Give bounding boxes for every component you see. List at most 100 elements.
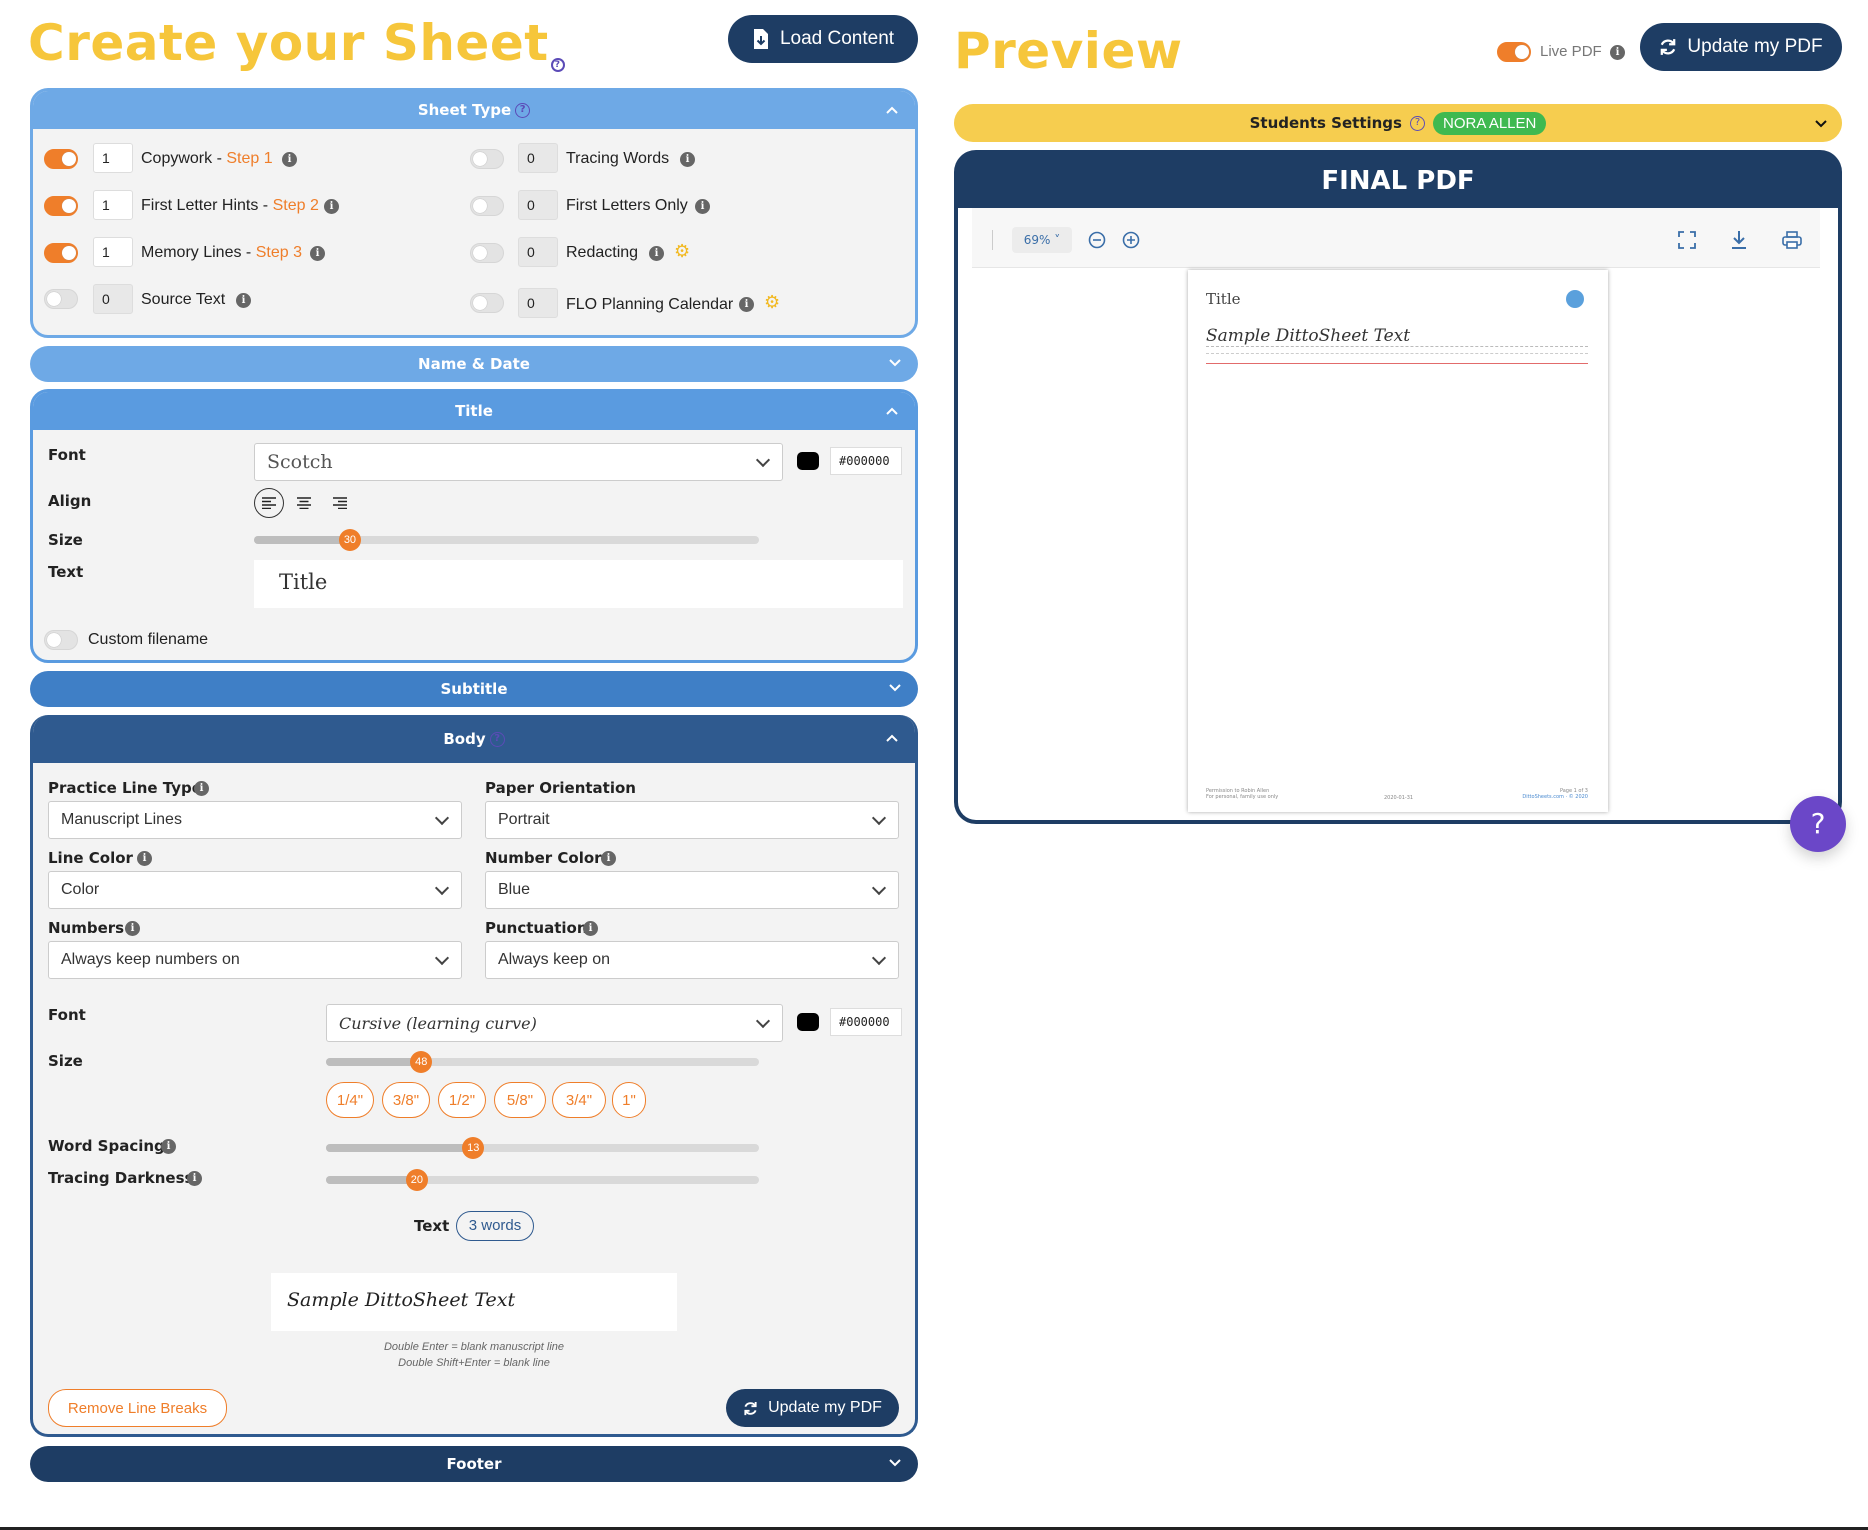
line-color-select[interactable]: Color [48,871,462,909]
slider-fill [254,536,350,544]
gear-icon[interactable]: ⚙ [674,243,690,261]
size-preset-button[interactable]: 1" [612,1082,646,1118]
align-right-icon[interactable] [333,497,347,509]
copywork-toggle[interactable] [44,149,78,169]
help-chat-button[interactable]: ? [1790,796,1846,852]
tracing-darkness-slider[interactable]: 20 [326,1169,759,1191]
tracing-words-toggle[interactable] [470,149,504,169]
footer-header[interactable]: Footer [30,1446,918,1482]
practice-line-type-select[interactable]: Manuscript Lines [48,801,462,839]
info-icon[interactable]: i [187,1171,202,1186]
subtitle-header[interactable]: Subtitle [30,671,918,707]
copywork-count[interactable]: 1 [93,143,133,173]
size-preset-button[interactable]: 1/2" [438,1082,486,1118]
zoom-select[interactable]: 69% ˅ [1012,227,1072,253]
info-icon[interactable]: i [125,921,140,936]
first-letter-hints-count[interactable]: 1 [93,190,133,220]
size-preset-button[interactable]: 3/8" [382,1082,430,1118]
chevron-down-icon[interactable] [888,1455,902,1469]
help-circle-icon[interactable]: ? [515,102,531,118]
info-icon[interactable]: i [583,921,598,936]
info-icon[interactable]: i [324,199,339,214]
info-icon[interactable]: i [739,297,754,312]
body-font-select[interactable]: Cursive (learning curve) [326,1004,783,1042]
print-icon[interactable] [1782,231,1802,249]
size-preset-button[interactable]: 5/8" [494,1082,546,1118]
body-color-hex[interactable]: #000000 [830,1008,902,1036]
info-icon[interactable]: i [680,152,695,167]
slider-knob[interactable]: 30 [338,529,361,551]
info-icon[interactable]: i [161,1139,176,1154]
info-icon[interactable]: i [310,246,325,261]
body-color-swatch[interactable] [797,1013,819,1031]
paper-orientation-label: Paper Orientation [485,779,636,797]
info-icon[interactable]: i [649,246,664,261]
slider-knob[interactable]: 20 [405,1169,428,1191]
paper-orientation-select[interactable]: Portrait [485,801,899,839]
pdf-sample-text: Sample DittoSheet Text [1206,326,1411,346]
chevron-down-icon[interactable] [1814,116,1828,130]
zoom-in-icon[interactable] [1122,231,1140,249]
flo-planning-calendar-count[interactable]: 0 [518,288,558,318]
title-font-select[interactable]: Scotch [254,443,783,481]
size-preset-button[interactable]: 3/4" [552,1082,606,1118]
title-size-slider[interactable]: 30 [254,529,759,551]
body-update-pdf-button[interactable]: Update my PDF [726,1389,899,1427]
chevron-down-icon[interactable] [888,355,902,369]
guide-line [1206,353,1588,354]
student-name-badge[interactable]: NORA ALLEN [1432,111,1547,135]
chevron-up-icon[interactable] [885,731,899,745]
redacting-count[interactable]: 0 [518,237,558,267]
help-circle-icon[interactable]: ? [550,58,565,72]
info-icon[interactable]: i [236,293,251,308]
info-icon[interactable]: i [1610,45,1625,60]
flo-planning-calendar-toggle[interactable] [470,293,504,313]
load-content-button[interactable]: Load Content [728,15,918,63]
title-color-hex[interactable]: #000000 [830,447,902,475]
chevron-up-icon[interactable] [885,404,899,418]
help-circle-icon[interactable]: ? [1409,115,1425,131]
memory-lines-toggle[interactable] [44,243,78,263]
custom-filename-toggle[interactable] [44,630,78,650]
info-icon[interactable]: i [282,152,297,167]
numbers-select[interactable]: Always keep numbers on [48,941,462,979]
tracing-words-count[interactable]: 0 [518,143,558,173]
body-size-slider[interactable]: 48 [326,1051,759,1073]
chevron-up-icon[interactable] [885,103,899,117]
align-left-icon[interactable] [254,488,284,518]
source-text-toggle[interactable] [44,289,78,309]
update-pdf-button[interactable]: Update my PDF [1640,23,1842,71]
body-text-input[interactable]: Sample DittoSheet Text [271,1273,677,1331]
fullscreen-icon[interactable] [1678,231,1696,249]
chevron-down-icon[interactable] [888,680,902,694]
title-text-input[interactable]: Title [254,560,903,608]
first-letter-hints-toggle[interactable] [44,196,78,216]
sheet-type-header[interactable]: Sheet Type ? [33,91,915,129]
body-section-header[interactable]: Body ? [33,715,915,763]
first-letters-only-toggle[interactable] [470,196,504,216]
help-circle-icon[interactable]: ? [489,731,505,747]
size-preset-button[interactable]: 1/4" [326,1082,374,1118]
title-color-swatch[interactable] [797,452,819,470]
info-icon[interactable]: i [137,851,152,866]
name-date-header[interactable]: Name & Date [30,346,918,382]
memory-lines-count[interactable]: 1 [93,237,133,267]
gear-icon[interactable]: ⚙ [764,294,780,312]
first-letters-only-count[interactable]: 0 [518,190,558,220]
redacting-toggle[interactable] [470,243,504,263]
info-icon[interactable]: i [601,851,616,866]
live-pdf-toggle[interactable] [1497,42,1531,62]
title-section-header[interactable]: Title [33,392,915,430]
info-icon[interactable]: i [695,199,710,214]
align-center-icon[interactable] [297,497,311,509]
source-text-count[interactable]: 0 [93,284,133,314]
remove-line-breaks-button[interactable]: Remove Line Breaks [48,1389,227,1427]
word-spacing-slider[interactable]: 13 [326,1137,759,1159]
number-color-select[interactable]: Blue [485,871,899,909]
zoom-out-icon[interactable] [1088,231,1106,249]
download-icon[interactable] [1730,230,1748,250]
slider-fill [326,1144,474,1152]
punctuation-select[interactable]: Always keep on [485,941,899,979]
info-icon[interactable]: i [194,781,209,796]
students-settings-bar[interactable]: Students Settings ? NORA ALLEN [954,104,1842,142]
